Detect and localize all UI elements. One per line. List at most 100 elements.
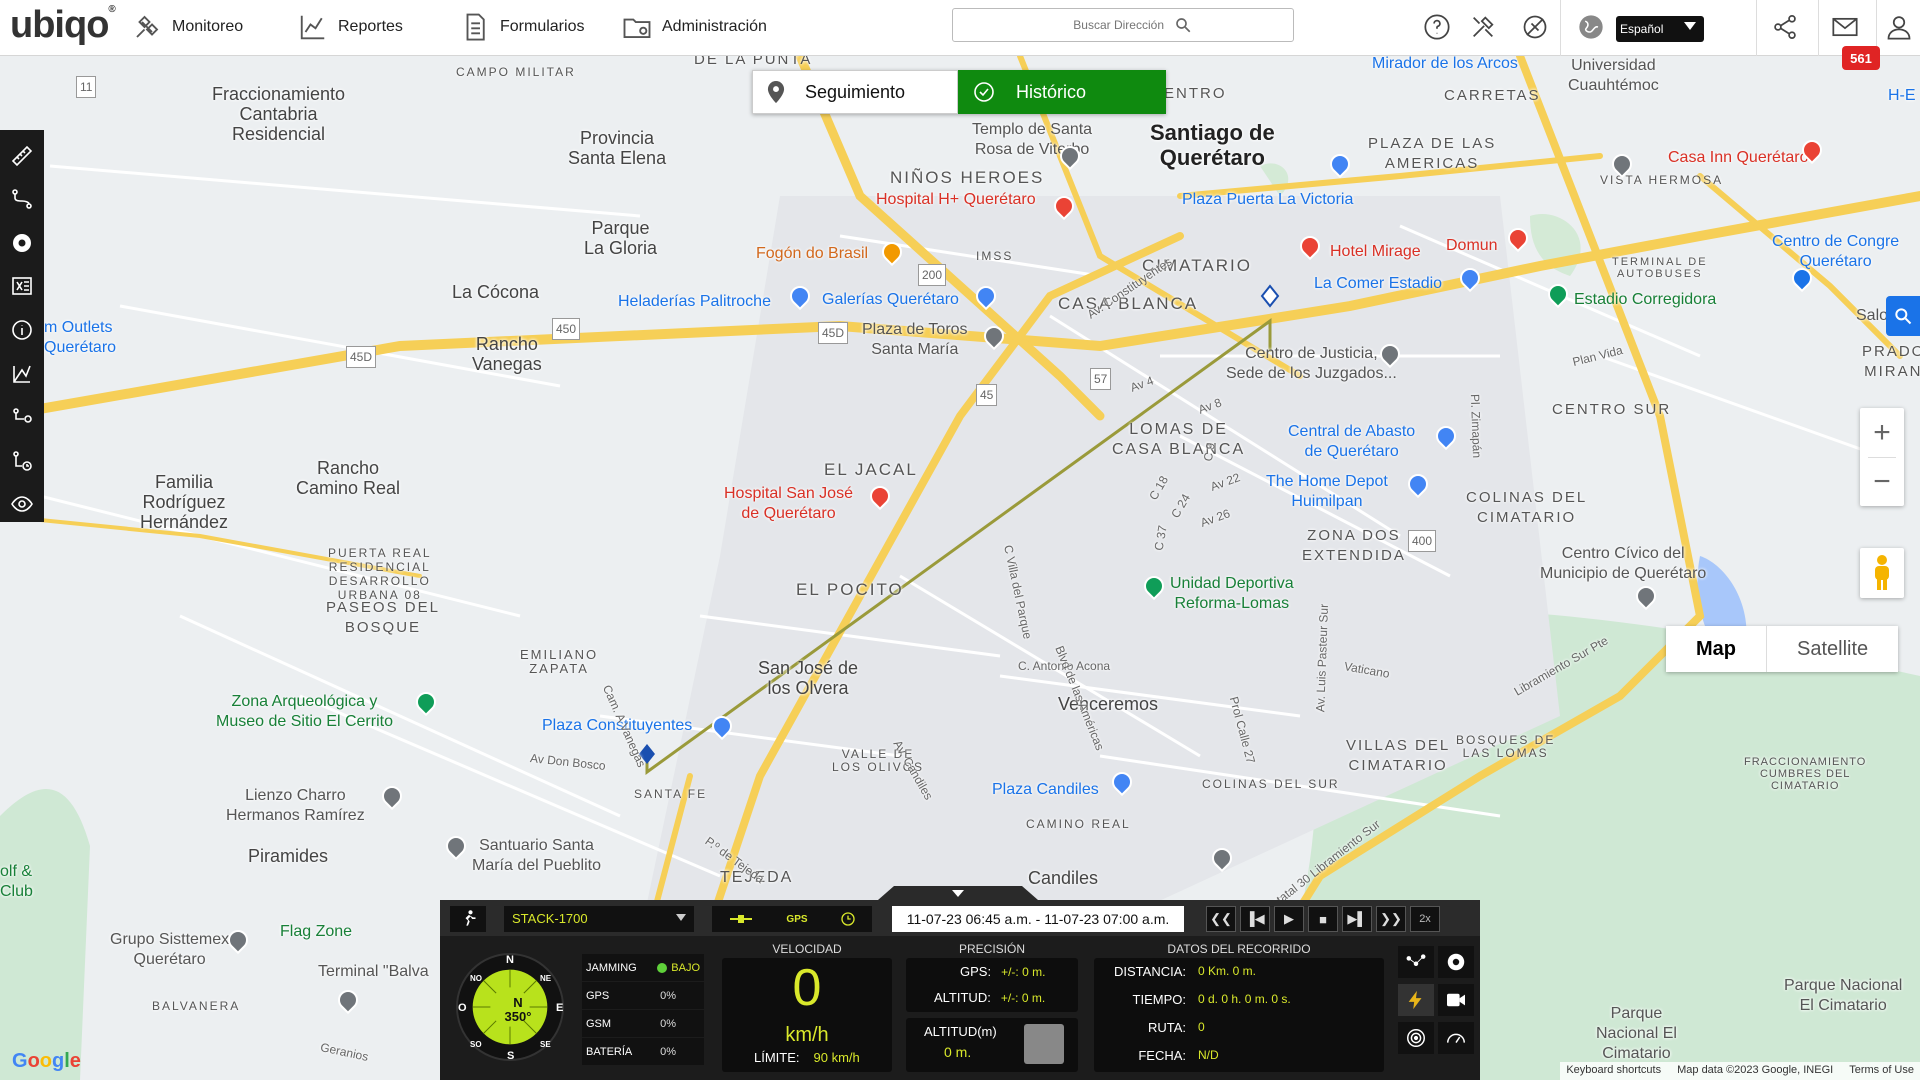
history-route-icon[interactable] [5, 443, 39, 479]
address-search[interactable] [952, 8, 1294, 42]
precision-gps-value: +/-: 0 m. [1001, 965, 1046, 979]
settings-gear-icon[interactable] [1438, 946, 1474, 978]
mail-icon[interactable] [1830, 12, 1860, 42]
step-forward-icon[interactable]: ▶▌ [1342, 906, 1372, 932]
map-type-satellite[interactable]: Satellite [1767, 626, 1898, 672]
poi-label[interactable]: The Home Depot Huimilpan [1266, 472, 1388, 512]
divider [1818, 0, 1819, 56]
excel-icon[interactable] [5, 269, 39, 305]
poi-label[interactable]: Centro de Congre Querétaro [1772, 232, 1899, 272]
recorrido-key: TIEMPO: [1132, 992, 1186, 1007]
poi-label[interactable]: Domun [1446, 236, 1498, 256]
share-icon[interactable] [1770, 12, 1800, 42]
terms-link[interactable]: Terms of Use [1849, 1064, 1914, 1078]
poi-label[interactable]: Central de Abasto de Querétaro [1288, 422, 1415, 462]
map-label: CAMPO MILITAR [456, 65, 576, 79]
address-search-input[interactable] [1054, 18, 1164, 32]
stop-icon[interactable]: ■ [1308, 906, 1338, 932]
divider [1560, 0, 1561, 56]
poi-label[interactable]: La Comer Estadio [1314, 274, 1442, 294]
playback-speed[interactable]: 2x [1410, 906, 1440, 932]
map-label: Piramides [248, 846, 329, 866]
poi-label[interactable]: Hotel Mirage [1330, 242, 1421, 262]
poi-label[interactable]: Fogón do Brasil [756, 244, 868, 264]
nav-formularios[interactable]: Formularios [460, 12, 584, 42]
poi-label[interactable]: Galerías Querétaro [822, 290, 959, 310]
chevron-down-icon [1684, 22, 1696, 30]
route-icon[interactable] [5, 182, 39, 218]
panel-collapse-handle[interactable] [878, 886, 1038, 900]
step-back-icon[interactable]: ▐◀ [1240, 906, 1270, 932]
poi-label[interactable]: Centro Cívico del Municipio de Querétaro [1540, 544, 1706, 584]
map-label: PUERTA REAL RESIDENCIAL DESARROLLO URBANA 0… [328, 546, 432, 602]
document-icon [466, 13, 485, 41]
location-pin-icon [767, 81, 785, 103]
video-icon[interactable] [1438, 984, 1474, 1016]
globe-icon [1576, 12, 1606, 42]
map-type-map[interactable]: Map [1666, 626, 1767, 672]
route-shield: 45 [976, 384, 998, 406]
poi-label[interactable]: m Outlets Querétaro [44, 318, 116, 358]
speedometer-icon[interactable] [1438, 1022, 1474, 1054]
panel-side-buttons [1398, 946, 1476, 1054]
gear-icon[interactable] [5, 225, 39, 261]
poi-label[interactable]: Hospital San José de Querétaro [724, 484, 853, 524]
poi-label[interactable]: Parque Nacional El Cimatario [1784, 976, 1902, 1016]
poi-label[interactable]: Unidad Deportiva Reforma-Lomas [1170, 574, 1294, 614]
disabled-satellite-icon[interactable] [1520, 12, 1550, 42]
language-select[interactable]: Español [1616, 16, 1704, 42]
poi-label[interactable]: Estadio Corregidora [1574, 290, 1716, 310]
radar-icon[interactable] [1398, 1022, 1434, 1054]
forward-fast-icon[interactable]: ❯❯ [1376, 906, 1406, 932]
notification-badge[interactable]: 561 [1842, 46, 1880, 70]
eye-icon[interactable] [5, 487, 39, 523]
tab-historico[interactable]: Histórico [958, 70, 1166, 114]
zoom-in-button[interactable]: + [1860, 408, 1904, 457]
lightning-route-icon[interactable] [1398, 984, 1434, 1016]
nav-monitoreo[interactable]: Monitoreo [132, 12, 243, 42]
unit-select[interactable]: STACK-1700 [504, 906, 694, 932]
route-points-icon[interactable] [1398, 946, 1434, 978]
info-icon[interactable] [5, 312, 39, 348]
poi-label[interactable]: Hospital H+ Querétaro [876, 190, 1036, 210]
street-view-pegman-icon[interactable] [1860, 548, 1904, 598]
poi-label[interactable]: Flag Zone [280, 922, 352, 942]
map-label: ZONA DOS EXTENDIDA [1302, 527, 1406, 564]
play-icon[interactable]: ▶ [1274, 906, 1304, 932]
poi-label[interactable]: Mirador de los Arcos [1372, 54, 1518, 74]
map-search-icon[interactable] [1886, 296, 1920, 336]
geofence-icon[interactable] [5, 399, 39, 435]
ubiqo-logo[interactable]: ubiqo® [10, 4, 116, 47]
tools-icon[interactable] [1468, 12, 1498, 42]
date-range-field[interactable]: 11-07-23 06:45 a.m. - 11-07-23 07:00 a.m… [892, 906, 1184, 932]
poi-label[interactable]: Lienzo Charro Hermanos Ramírez [226, 786, 365, 826]
compass-ne: NE [540, 974, 552, 983]
keyboard-shortcuts-link[interactable]: Keyboard shortcuts [1566, 1064, 1661, 1078]
polygon-icon[interactable] [5, 356, 39, 392]
poi-label[interactable]: Grupo Sisttemex Querétaro [110, 930, 229, 970]
zoom-out-button[interactable]: − [1860, 457, 1904, 506]
poi-label[interactable]: Plaza Puerta La Victoria [1182, 190, 1353, 210]
runner-icon[interactable] [450, 906, 486, 932]
poi-label[interactable]: Plaza Candiles [992, 780, 1099, 800]
road-label: Pl. Zimapán [1467, 393, 1485, 459]
rewind-fast-icon[interactable]: ❮❮ [1206, 906, 1236, 932]
map-label: San José de los Olvera [758, 658, 859, 698]
user-icon[interactable] [1884, 12, 1914, 42]
nav-reportes[interactable]: Reportes [298, 12, 403, 42]
mode-toggle: Seguimiento Histórico [752, 70, 1166, 114]
nav-administracion[interactable]: Administración [622, 12, 767, 42]
poi-label[interactable]: Zona Arqueológica y Museo de Sitio El Cer… [216, 692, 393, 732]
poi-label[interactable]: Centro de Justicia, Sede de los Juzgados.… [1226, 344, 1397, 384]
google-logo: Google [12, 1050, 81, 1072]
tab-seguimiento[interactable]: Seguimiento [752, 70, 958, 114]
poi-label[interactable]: Casa Inn Querétaro [1668, 148, 1809, 168]
poi-label[interactable]: Plaza de Toros Santa María [862, 320, 968, 360]
precision-gps-label: GPS: [960, 964, 992, 979]
poi-label[interactable]: Santuario Santa María del Pueblito [472, 836, 601, 876]
poi-label[interactable]: olf & Club [0, 862, 33, 902]
poi-label[interactable]: Terminal "Balva [318, 962, 429, 982]
poi-label[interactable]: Heladerías Palitroche [618, 292, 771, 312]
ruler-icon[interactable] [5, 138, 39, 174]
help-icon[interactable] [1422, 12, 1452, 42]
